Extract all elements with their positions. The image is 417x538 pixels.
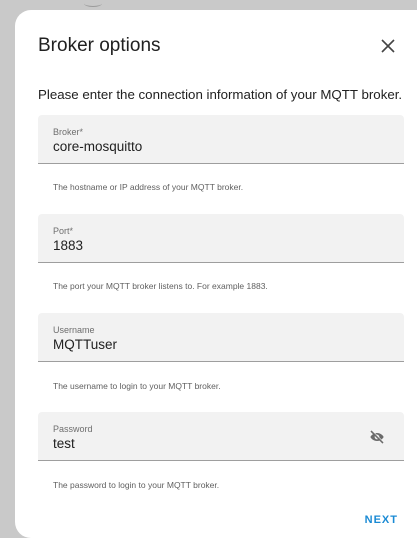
broker-options-dialog: Broker options Please enter the connecti… [15,10,417,538]
background-decoration [84,0,102,7]
broker-field-value: core-mosquitto [53,139,143,154]
dialog-description: Please enter the connection information … [38,87,403,102]
port-field-label: Port* [53,226,74,236]
next-button[interactable]: NEXT [365,513,398,527]
eye-off-icon [370,429,385,444]
password-field-value: test [53,436,75,451]
port-field[interactable]: Port* 1883 [38,214,404,263]
broker-field[interactable]: Broker* core-mosquitto [38,115,404,164]
dialog-title: Broker options [38,35,161,56]
broker-field-helper: The hostname or IP address of your MQTT … [53,182,244,192]
close-button[interactable] [378,36,398,56]
port-field-helper: The port your MQTT broker listens to. Fo… [53,281,268,291]
password-field-label: Password [53,424,93,434]
username-field-helper: The username to login to your MQTT broke… [53,381,221,391]
close-icon [381,39,395,53]
toggle-password-visibility-button[interactable] [369,429,385,445]
port-field-value: 1883 [53,238,84,253]
broker-field-label: Broker* [53,127,84,137]
password-field-helper: The password to login to your MQTT broke… [53,480,220,490]
username-field-label: Username [53,325,95,335]
dialog-header: Broker options [38,34,417,62]
password-field[interactable]: Password test [38,412,404,461]
username-field[interactable]: Username MQTTuser [38,313,404,362]
username-field-value: MQTTuser [53,337,117,352]
